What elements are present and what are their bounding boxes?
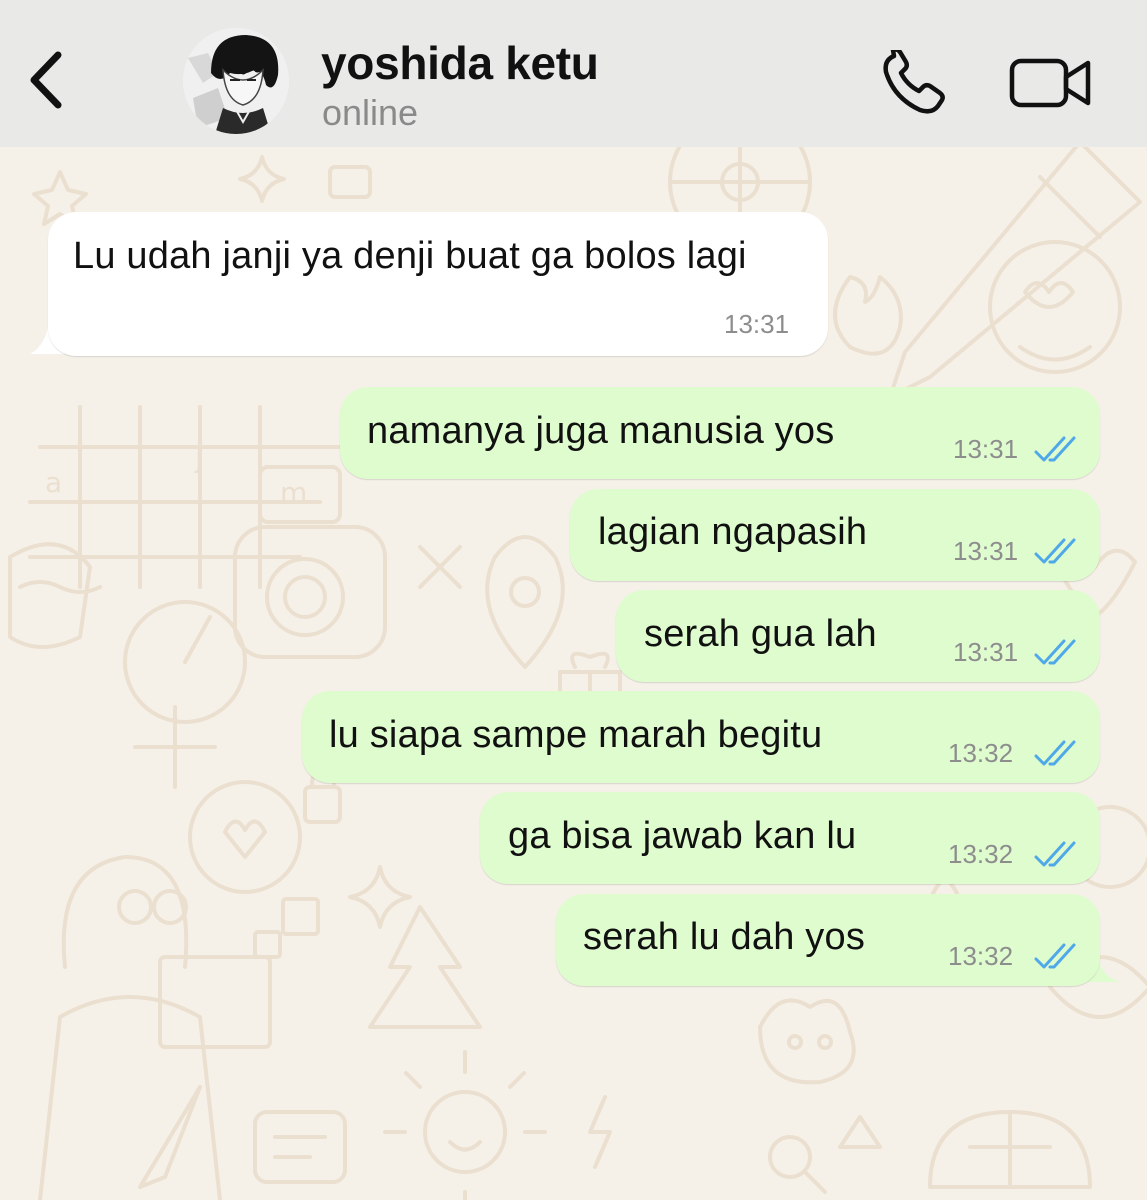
message-text: namanya juga manusia yos <box>367 410 835 452</box>
phone-icon <box>883 47 945 114</box>
double-check-icon <box>1034 740 1076 766</box>
message-bubble-outgoing[interactable]: lagian ngapasih 13:31 <box>570 489 1100 581</box>
message-time: 13:32 <box>948 941 1014 971</box>
message-text: serah lu dah yos <box>583 916 866 958</box>
contact-status: online <box>322 92 419 133</box>
svg-text:m: m <box>280 476 307 509</box>
svg-text:j: j <box>194 441 203 474</box>
video-camera-icon <box>1009 58 1091 108</box>
back-button[interactable] <box>22 45 72 115</box>
double-check-icon <box>1034 538 1076 564</box>
message-time: 13:32 <box>948 738 1014 768</box>
message-time: 13:31 <box>724 309 790 339</box>
contact-avatar[interactable] <box>183 28 289 134</box>
double-check-icon <box>1034 943 1076 969</box>
message-text: Lu udah janji ya denji buat ga bolos lag… <box>73 235 747 277</box>
message-time: 13:31 <box>953 434 1019 464</box>
message-bubble-outgoing[interactable]: namanya juga manusia yos 13:31 <box>340 387 1100 479</box>
message-time: 13:32 <box>948 839 1014 869</box>
chat-header: yoshida ketu online <box>0 0 1147 147</box>
chevron-left-icon <box>30 51 62 109</box>
message-text: lagian ngapasih <box>598 511 868 553</box>
message-time: 13:31 <box>953 637 1019 667</box>
svg-text:a: a <box>45 466 62 499</box>
contact-name[interactable]: yoshida ketu <box>321 36 599 90</box>
double-check-icon <box>1034 841 1076 867</box>
message-bubble-incoming[interactable]: Lu udah janji ya denji buat ga bolos lag… <box>48 212 828 356</box>
voice-call-button[interactable] <box>880 47 950 115</box>
message-text: ga bisa jawab kan lu <box>508 815 857 857</box>
message-time: 13:31 <box>953 536 1019 566</box>
double-check-icon <box>1034 639 1076 665</box>
message-bubble-outgoing[interactable]: serah lu dah yos 13:32 <box>556 894 1100 986</box>
message-text: lu siapa sampe marah begitu <box>329 714 823 756</box>
message-bubble-outgoing[interactable]: serah gua lah 13:31 <box>616 590 1100 682</box>
message-text: serah gua lah <box>644 613 877 655</box>
message-bubble-outgoing[interactable]: ga bisa jawab kan lu 13:32 <box>480 792 1100 884</box>
double-check-icon <box>1034 436 1076 462</box>
message-bubble-outgoing[interactable]: lu siapa sampe marah begitu 13:32 <box>302 691 1100 783</box>
avatar-image <box>183 28 289 134</box>
video-call-button[interactable] <box>1008 55 1094 111</box>
